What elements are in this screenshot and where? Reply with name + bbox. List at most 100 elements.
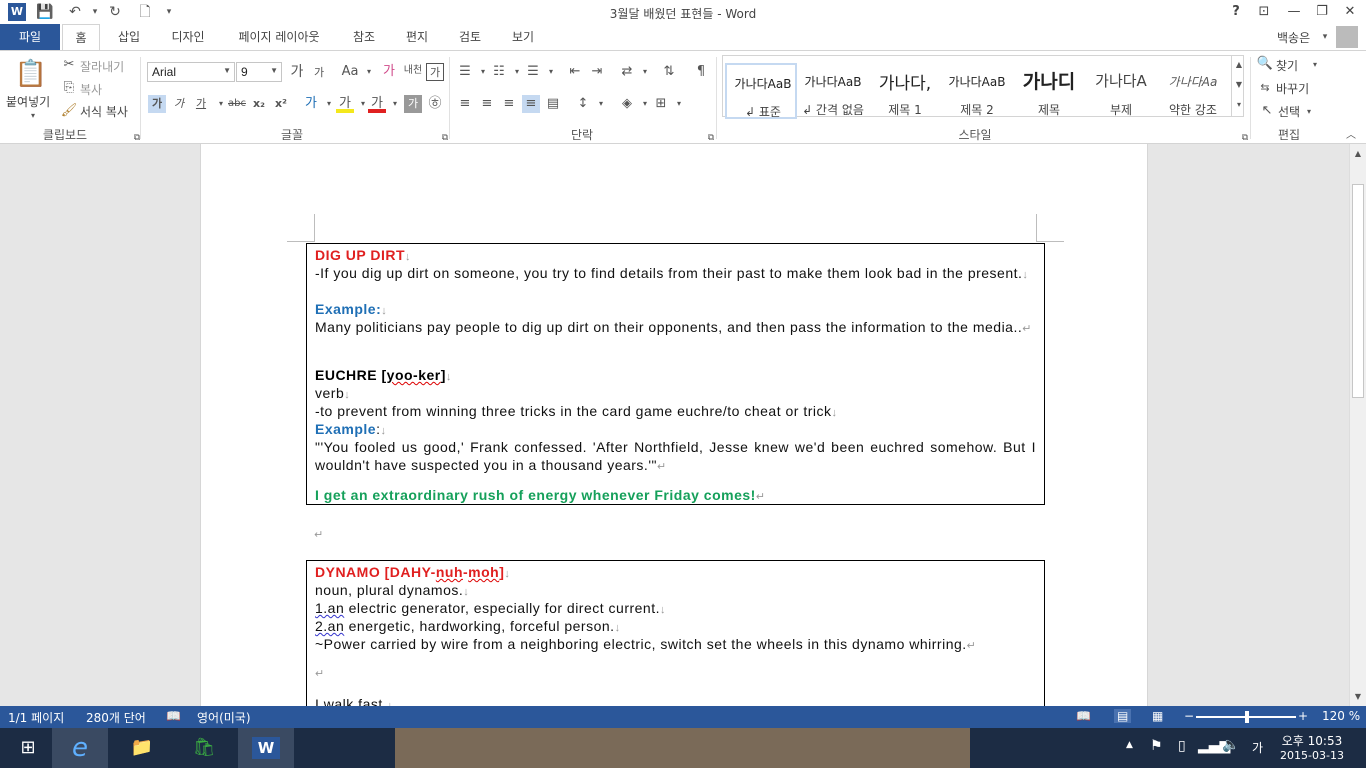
minimize-icon[interactable]: — <box>1282 2 1306 22</box>
paste-icon[interactable]: 📋 <box>14 57 48 91</box>
style-subtle-emphasis[interactable]: 가나다Aa 약한 강조 <box>1157 63 1229 119</box>
style-heading-2[interactable]: 가나다AaB 제목 2 <box>941 63 1013 119</box>
increase-indent-icon[interactable]: ⇥ <box>588 63 606 81</box>
font-name-dropdown-icon[interactable]: ▼ <box>223 66 231 75</box>
bullets-icon[interactable]: ☰ <box>456 63 474 81</box>
text-box-2[interactable]: DYNAMO [DAHY-nuh-moh]↓ noun, plural dyna… <box>306 560 1045 706</box>
page[interactable]: DIG UP DIRT↓ -If you dig up dirt on some… <box>200 144 1148 706</box>
cut-button[interactable]: 잘라내기 <box>80 58 124 75</box>
clock-date[interactable]: 2015-03-13 <box>1272 749 1352 762</box>
page-count[interactable]: 1/1 페이지 <box>8 709 64 726</box>
proofing-icon[interactable]: 📖 <box>166 709 181 723</box>
font-size-box[interactable]: 9 ▼ <box>236 62 282 82</box>
vertical-scrollbar[interactable]: ▲ ▼ <box>1349 144 1366 706</box>
document-area[interactable]: DIG UP DIRT↓ -If you dig up dirt on some… <box>0 144 1349 706</box>
web-layout-icon[interactable]: ▦ <box>1152 709 1163 723</box>
tab-view[interactable]: 보기 <box>502 24 544 50</box>
font-size-dropdown-icon[interactable]: ▼ <box>270 66 278 75</box>
tab-home[interactable]: 홈 <box>62 24 100 51</box>
select-icon[interactable]: ↖ <box>1258 102 1276 120</box>
select-button[interactable]: 선택 <box>1278 103 1300 120</box>
char-border-icon[interactable]: 가 <box>426 63 444 81</box>
tab-insert[interactable]: 삽입 <box>108 24 150 50</box>
replace-button[interactable]: 바꾸기 <box>1276 80 1309 97</box>
replace-icon[interactable]: ⇆ <box>1256 79 1274 97</box>
tab-review[interactable]: 검토 <box>448 24 492 50</box>
copy-icon[interactable]: ⎘ <box>60 79 78 97</box>
scroll-thumb[interactable] <box>1352 184 1364 398</box>
bold-icon[interactable]: 가 <box>148 95 166 113</box>
zoom-slider-thumb[interactable] <box>1245 711 1249 723</box>
strikethrough-icon[interactable]: abc <box>226 95 248 113</box>
align-right-icon[interactable]: ≡ <box>500 95 518 113</box>
grow-font-icon[interactable]: 가 <box>288 63 306 81</box>
ribbon-display-icon[interactable]: ⊡ <box>1252 2 1276 22</box>
start-windows-icon[interactable]: ⊞ <box>0 728 56 768</box>
battery-icon[interactable]: ▯ <box>1178 738 1186 754</box>
styles-up-icon[interactable]: ▲ <box>1230 56 1248 74</box>
italic-icon[interactable]: 가 <box>170 95 188 113</box>
sort-icon[interactable]: ⇅ <box>660 63 678 81</box>
volume-icon[interactable]: 🔈 <box>1222 737 1239 753</box>
find-icon[interactable]: 🔍 <box>1256 55 1274 73</box>
show-marks-icon[interactable]: ¶ <box>692 63 710 81</box>
line-spacing-dropdown-icon[interactable]: ▾ <box>592 95 610 113</box>
avatar[interactable] <box>1336 26 1358 48</box>
copy-button[interactable]: 복사 <box>80 81 102 98</box>
numbering-icon[interactable]: ☷ <box>490 63 508 81</box>
style-subtitle[interactable]: 가나다A 부제 <box>1085 63 1157 119</box>
underline-icon[interactable]: 가 <box>192 95 210 113</box>
style-no-spacing[interactable]: 가나다AaB ↲ 간격 없음 <box>797 63 869 119</box>
cut-icon[interactable]: ✂ <box>60 56 78 74</box>
format-painter-button[interactable]: 서식 복사 <box>80 103 128 120</box>
tab-file[interactable]: 파일 <box>0 24 60 50</box>
enclose-chars-icon[interactable]: ㉭ <box>426 95 444 113</box>
collapse-ribbon-icon[interactable]: ︿ <box>1342 127 1360 145</box>
font-color-icon[interactable]: 가 <box>368 95 386 113</box>
align-left-icon[interactable]: ≡ <box>456 95 474 113</box>
line-spacing-icon[interactable]: ↕ <box>574 95 592 113</box>
scroll-down-icon[interactable]: ▼ <box>1349 688 1366 706</box>
tab-design[interactable]: 디자인 <box>162 24 214 50</box>
user-dropdown-icon[interactable]: ▾ <box>1316 28 1334 46</box>
font-name-box[interactable]: Arial ▼ <box>147 62 235 82</box>
decrease-indent-icon[interactable]: ⇤ <box>566 63 584 81</box>
paste-dropdown-icon[interactable]: ▾ <box>24 107 42 125</box>
multilevel-list-icon[interactable]: ☰ <box>524 63 542 81</box>
multilevel-dropdown-icon[interactable]: ▾ <box>542 63 560 81</box>
change-case-dropdown-icon[interactable]: ▾ <box>360 63 378 81</box>
tab-references[interactable]: 참조 <box>342 24 386 50</box>
find-dropdown-icon[interactable]: ▾ <box>1306 56 1324 74</box>
restore-icon[interactable]: ❐ <box>1310 2 1334 22</box>
justify-icon[interactable]: ≡ <box>522 95 540 113</box>
sort-asian-dropdown-icon[interactable]: ▾ <box>636 63 654 81</box>
help-button[interactable]: ? <box>1224 2 1248 22</box>
highlight-icon[interactable]: 가 <box>336 95 354 113</box>
styles-down-icon[interactable]: ▼ <box>1230 76 1248 94</box>
shrink-font-icon[interactable]: 가 <box>310 64 328 82</box>
style-heading-1[interactable]: 가나다, 제목 1 <box>869 63 941 119</box>
show-hidden-icons-icon[interactable]: ▲ <box>1126 740 1133 750</box>
internet-explorer-icon[interactable]: e <box>52 728 108 768</box>
word-count[interactable]: 280개 단어 <box>86 709 146 726</box>
word-taskbar-icon[interactable]: W <box>238 728 294 768</box>
borders-icon[interactable]: ⊞ <box>652 95 670 113</box>
user-name[interactable]: 백송은 <box>1277 29 1310 46</box>
scroll-up-icon[interactable]: ▲ <box>1349 145 1366 163</box>
phonetic-guide-icon[interactable]: 내천 <box>402 62 424 80</box>
text-effects-icon[interactable]: 가 <box>302 95 320 113</box>
clock-time[interactable]: 오후 10:53 <box>1272 732 1352 749</box>
char-shading-icon[interactable]: 가 <box>404 95 422 113</box>
action-center-flag-icon[interactable]: ⚑ <box>1150 738 1163 754</box>
ime-indicator[interactable]: 가 <box>1252 739 1263 756</box>
tab-mailings[interactable]: 편지 <box>396 24 438 50</box>
superscript-icon[interactable]: x² <box>272 95 290 113</box>
font-color-dropdown-icon[interactable]: ▾ <box>386 95 404 113</box>
borders-dropdown-icon[interactable]: ▾ <box>670 95 688 113</box>
zoom-in-icon[interactable]: + <box>1298 709 1308 723</box>
close-icon[interactable]: ✕ <box>1338 2 1362 22</box>
sort-asian-icon[interactable]: ⇄ <box>618 63 636 81</box>
format-painter-icon[interactable]: 🖌 <box>60 102 78 120</box>
file-explorer-icon[interactable]: 📁 <box>114 728 170 768</box>
zoom-level[interactable]: 120 % <box>1322 709 1360 723</box>
